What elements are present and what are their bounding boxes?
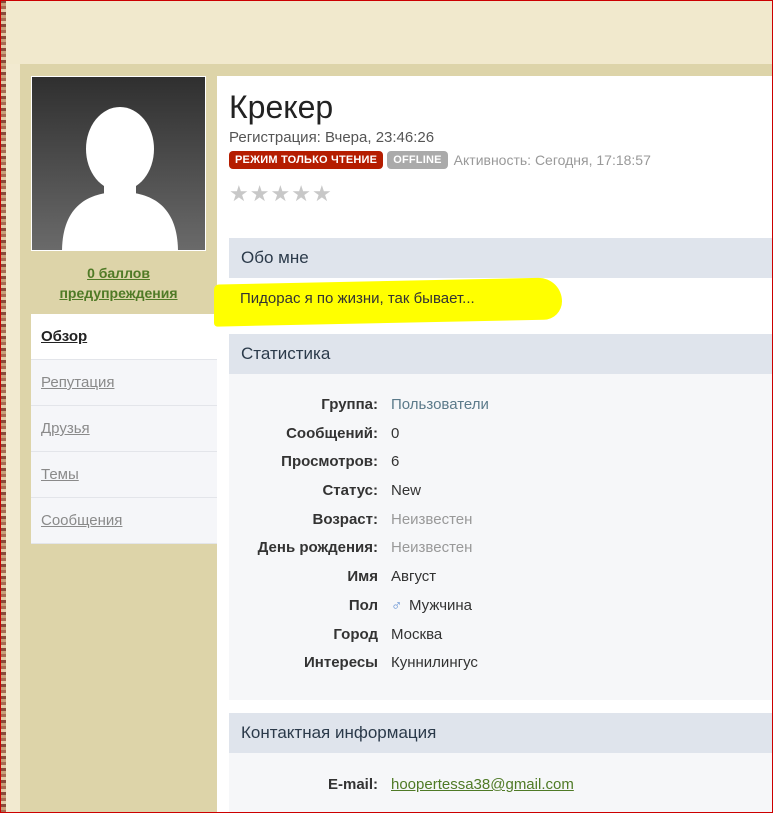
stat-row-gender: Пол ♂ Мужчина [229,597,773,625]
stat-value: 0 [391,425,400,442]
page-edge-decoration [0,0,6,813]
rating-stars[interactable]: ★ ★ ★ ★ ★ [229,183,332,205]
stat-row-email: E-mail: hoopertessa38@gmail.com [229,776,773,804]
stat-value: 6 [391,453,400,470]
stat-value-gender: ♂ Мужчина [391,597,472,614]
group-link[interactable]: Пользователи [391,396,489,413]
stat-label: Пол [348,597,378,614]
star-icon[interactable]: ★ [229,183,249,205]
nav-posts[interactable]: Сообщения [31,498,217,544]
stat-value: Август [391,568,437,585]
nav-friends[interactable]: Друзья [31,406,217,452]
stat-label: Интересы [304,654,378,671]
warning-points-count: 0 баллов [87,265,150,281]
stat-row-views: Просмотров: 6 [229,453,773,481]
stat-label: Просмотров: [281,453,378,470]
star-icon[interactable]: ★ [291,183,311,205]
stat-row-age: Возраст: Неизвестен [229,511,773,539]
registration-date: Регистрация: Вчера, 23:46:26 [229,129,435,146]
stat-row-group: Группа: Пользователи [229,396,773,424]
stat-row-posts: Сообщений: 0 [229,425,773,453]
stat-row-status: Статус: New [229,482,773,510]
offline-badge: OFFLINE [387,151,448,169]
stat-label: Группа: [321,396,378,413]
last-activity: Активность: Сегодня, 17:18:57 [453,152,651,168]
stat-label: Статус: [322,482,378,499]
about-section-header: Обо мне [229,238,773,278]
stat-value: New [391,482,422,499]
avatar[interactable] [31,76,206,251]
nav-topics[interactable]: Темы [31,452,217,498]
male-icon: ♂ [391,597,403,614]
stat-value: Неизвестен [391,539,473,556]
stat-value: Неизвестен [391,511,473,528]
profile-name: Крекер [229,89,334,125]
warning-points-link[interactable]: 0 баллов предупреждения [31,263,206,303]
star-icon[interactable]: ★ [312,183,332,205]
gender-text: Мужчина [409,597,473,614]
star-icon[interactable]: ★ [270,183,290,205]
profile-nav: Обзор Репутация Друзья Темы Сообщения [31,314,217,544]
stat-row-interests: Интересы Куннилингус [229,654,773,682]
status-badges: РЕЖИМ ТОЛЬКО ЧТЕНИЕ OFFLINE Активность: … [229,151,651,169]
warning-points-label: предупреждения [59,285,178,301]
stat-row-city: Город Москва [229,626,773,654]
stat-value: Москва [391,626,443,643]
readonly-badge: РЕЖИМ ТОЛЬКО ЧТЕНИЕ [229,151,384,169]
stat-label: Город [333,626,378,643]
stat-row-name: Имя Август [229,568,773,596]
stat-row-birthday: День рождения: Неизвестен [229,539,773,567]
stat-label: День рождения: [257,539,378,556]
stats-section-header: Статистика [229,334,773,374]
stat-label: Имя [347,568,378,585]
default-avatar-silhouette-icon [62,107,178,250]
stat-label: E-mail: [327,776,378,793]
stat-label: Сообщений: [286,425,378,442]
stat-value: Куннилингус [391,654,478,671]
nav-overview[interactable]: Обзор [31,314,217,360]
email-link[interactable]: hoopertessa38@gmail.com [391,776,574,793]
stat-label: Возраст: [312,511,378,528]
page-top-band [6,0,773,64]
contact-section-header: Контактная информация [229,713,773,753]
star-icon[interactable]: ★ [250,183,270,205]
about-text: Пидорас я по жизни, так бывает... [240,290,475,307]
nav-reputation[interactable]: Репутация [31,360,217,406]
